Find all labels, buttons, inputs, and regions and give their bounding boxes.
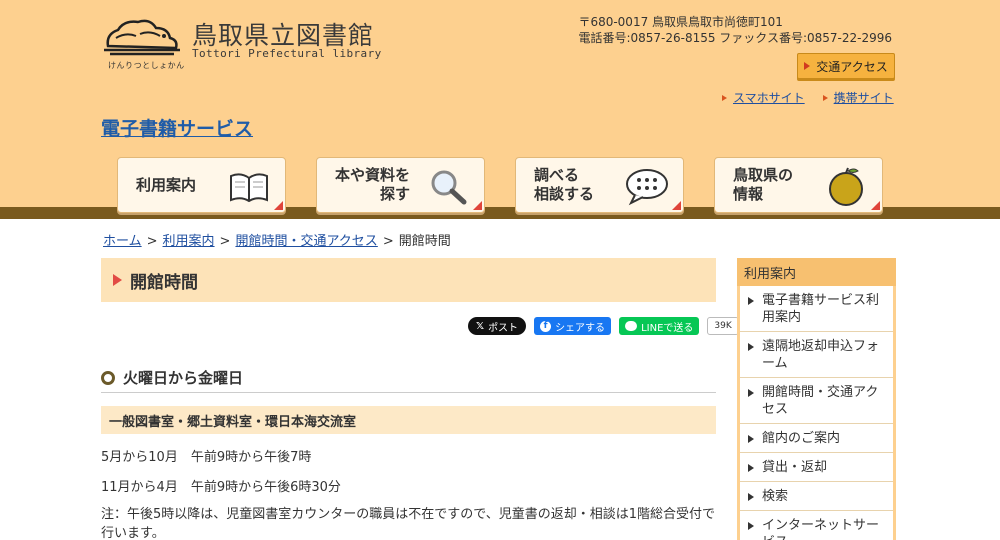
- breadcrumb-current: 開館時間: [398, 234, 451, 249]
- nav-label: 利用案内: [136, 175, 197, 194]
- arrow-right-icon: [748, 343, 754, 351]
- x-post-button[interactable]: 𝕏 ポスト: [468, 317, 527, 335]
- sidebar: 利用案内 電子書籍サービス利用案内 遠隔地返却申込フォーム 開館時間・交通アクセ…: [737, 258, 896, 540]
- sidebar-item-ebook-guide[interactable]: 電子書籍サービス利用案内: [740, 286, 893, 332]
- corner-marker-icon: [871, 201, 880, 210]
- subsection-heading-text: 一般図書室・郷土資料室・環日本海交流室: [109, 414, 357, 430]
- sidebar-item-label: 館内のご案内: [762, 431, 841, 446]
- speech-bubble-icon: [626, 169, 668, 206]
- breadcrumb-home[interactable]: ホーム: [103, 234, 142, 249]
- nav-usage-guide[interactable]: 利用案内: [117, 157, 286, 213]
- sidebar-item-label: インターネットサービス: [762, 518, 880, 540]
- section-heading-text: 火曜日から金曜日: [123, 369, 244, 387]
- breadcrumb-hours-access[interactable]: 開館時間・交通アクセス: [235, 234, 377, 249]
- subsection-heading: 一般図書室・郷土資料室・環日本海交流室: [101, 406, 716, 434]
- smartphone-site-link[interactable]: スマホサイト: [722, 89, 805, 106]
- sidebar-item-search[interactable]: 検索: [740, 482, 893, 511]
- page-title: 開館時間: [130, 272, 198, 293]
- sidebar-item-label: 検索: [762, 489, 789, 504]
- line-logo-icon: [625, 321, 638, 331]
- arrow-right-icon: [722, 94, 727, 101]
- facebook-logo-icon: f: [540, 320, 552, 332]
- nav-search-materials[interactable]: 本や資料を 探す: [316, 157, 485, 213]
- magnifier-icon: [431, 170, 467, 205]
- arrow-right-icon: [748, 389, 754, 397]
- arrow-right-icon: [822, 94, 828, 101]
- breadcrumb: ホーム > 利用案内 > 開館時間・交通アクセス > 開館時間: [103, 230, 451, 249]
- line-send-button[interactable]: LINEで送る: [619, 317, 700, 335]
- line-send-label: LINEで送る: [641, 322, 694, 334]
- access-button[interactable]: 交通アクセス: [797, 53, 895, 79]
- heading-triangle-icon: [113, 274, 122, 286]
- open-book-icon: [230, 173, 268, 203]
- nav-research-consult[interactable]: 調べる 相談する: [515, 157, 684, 213]
- nav-label-line: 本や資料を: [335, 166, 411, 184]
- nav-label-line: 相談する: [534, 185, 595, 203]
- arrow-right-icon: [748, 435, 754, 443]
- breadcrumb-usage-guide[interactable]: 利用案内: [163, 234, 215, 249]
- nav-label: 調べる 相談する: [534, 166, 594, 204]
- library-logo[interactable]: けんりつとしょかん 鳥取県立図書館 Tottori Prefectural li…: [104, 14, 394, 70]
- arrow-right-icon: [748, 522, 754, 530]
- sidebar-item-hours-access[interactable]: 開館時間・交通アクセス: [740, 378, 893, 424]
- sidebar-item-internet-service[interactable]: インターネットサービス: [740, 511, 893, 540]
- sidebar-item-lending[interactable]: 貸出・返却: [740, 453, 893, 482]
- contact-info: 〒680-0017 鳥取県鳥取市尚徳町101 電話番号:0857-26-8155…: [578, 14, 892, 46]
- logo-mark-icon: [104, 19, 180, 56]
- evening-note: 注：午後5時以降は、児童図書室カウンターの職員は不在ですので、児童書の返却・相談…: [101, 507, 716, 540]
- breadcrumb-separator: >: [146, 234, 158, 249]
- sidebar-item-label: 貸出・返却: [762, 460, 828, 475]
- x-post-label: ポスト: [488, 322, 519, 334]
- corner-marker-icon: [672, 201, 681, 210]
- mobile-site-label: 携帯サイト: [833, 91, 894, 105]
- arrow-right-icon: [748, 297, 754, 305]
- share-buttons: 𝕏 ポスト f シェアする LINEで送る 39K: [468, 317, 739, 335]
- sidebar-item-floor-guide[interactable]: 館内のご案内: [740, 424, 893, 453]
- mobile-site-link[interactable]: 携帯サイト: [822, 89, 894, 106]
- breadcrumb-separator: >: [382, 234, 394, 249]
- arrow-right-icon: [748, 464, 754, 472]
- global-nav: 利用案内 本や資料を 探す 調べる 相談する 鳥取県の 情報: [117, 157, 883, 213]
- sidebar-item-label: 開館時間・交通アクセス: [762, 385, 879, 417]
- facebook-share-label: シェアする: [555, 322, 606, 334]
- corner-marker-icon: [274, 201, 283, 210]
- sidebar-item-label: 電子書籍サービス利用案内: [762, 293, 880, 325]
- alt-site-links: スマホサイト 携帯サイト: [722, 89, 894, 106]
- nav-label-line: 鳥取県の: [733, 166, 794, 184]
- nav-label-line: 探す: [380, 185, 411, 203]
- nav-label: 鳥取県の 情報: [733, 166, 793, 204]
- sidebar-item-label: 遠隔地返却申込フォーム: [762, 339, 880, 371]
- sidebar-heading: 利用案内: [737, 258, 896, 286]
- nav-label: 本や資料を 探す: [335, 166, 410, 204]
- phone-fax-line: 電話番号:0857-26-8155 ファックス番号:0857-22-2996: [578, 31, 892, 45]
- breadcrumb-separator: >: [219, 234, 231, 249]
- logo-kana: けんりつとしょかん: [108, 61, 185, 70]
- share-count-badge: 39K: [707, 317, 739, 335]
- library-name-en: Tottori Prefectural library: [192, 47, 382, 60]
- ebook-service-title-link[interactable]: 電子書籍サービス: [101, 114, 253, 141]
- ring-bullet-icon: [101, 370, 115, 385]
- smartphone-site-label: スマホサイト: [733, 91, 805, 105]
- nav-label-line: 調べる: [534, 166, 580, 184]
- arrow-right-icon: [804, 62, 811, 70]
- hours-nov-apr: 11月から4月 午前9時から午後6時30分: [101, 480, 341, 495]
- nav-tottori-info[interactable]: 鳥取県の 情報: [714, 157, 883, 213]
- arrow-right-icon: [748, 493, 754, 501]
- access-button-label: 交通アクセス: [816, 59, 888, 74]
- page-title-bar: 開館時間: [101, 258, 716, 302]
- hours-may-oct: 5月から10月 午前9時から午後7時: [101, 450, 312, 465]
- x-logo-icon: 𝕏: [476, 320, 485, 332]
- sidebar-list: 電子書籍サービス利用案内 遠隔地返却申込フォーム 開館時間・交通アクセス 館内の…: [740, 286, 893, 540]
- facebook-share-button[interactable]: f シェアする: [534, 317, 612, 335]
- corner-marker-icon: [473, 201, 482, 210]
- nav-label-line: 情報: [733, 185, 764, 203]
- sidebar-item-remote-return[interactable]: 遠隔地返却申込フォーム: [740, 332, 893, 378]
- pear-icon: [829, 167, 863, 206]
- section-heading: 火曜日から金曜日: [101, 363, 716, 393]
- address-line: 〒680-0017 鳥取県鳥取市尚徳町101: [578, 15, 783, 29]
